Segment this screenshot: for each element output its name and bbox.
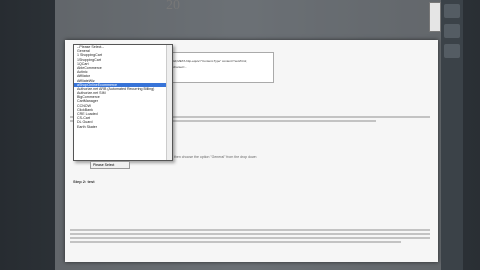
dropdown-option[interactable]: Earth Skater [74, 125, 172, 129]
toolbar-button-3[interactable] [444, 44, 460, 58]
right-toolbar [441, 0, 463, 270]
dropdown-scrollbar[interactable] [166, 45, 172, 160]
code-line: charset=... [173, 65, 188, 69]
toolbar-button-2[interactable] [444, 24, 460, 38]
toolbar-button-1[interactable] [444, 4, 460, 18]
paragraph-lines-2 [70, 229, 430, 243]
instruction-text: then choose the option "General" from th… [174, 155, 257, 159]
window-scrollbar[interactable] [429, 2, 441, 32]
calendar-top-number: 20 [166, 0, 180, 13]
code-line: &lt;META http-equiv="Content-Type" conte… [173, 59, 247, 63]
step-heading: Step 2: test [73, 179, 95, 184]
cart-select[interactable]: Please Select [90, 161, 130, 169]
cart-dropdown-list[interactable]: --Please Select-- General 1 ShoppingCart 1S… [73, 44, 173, 161]
